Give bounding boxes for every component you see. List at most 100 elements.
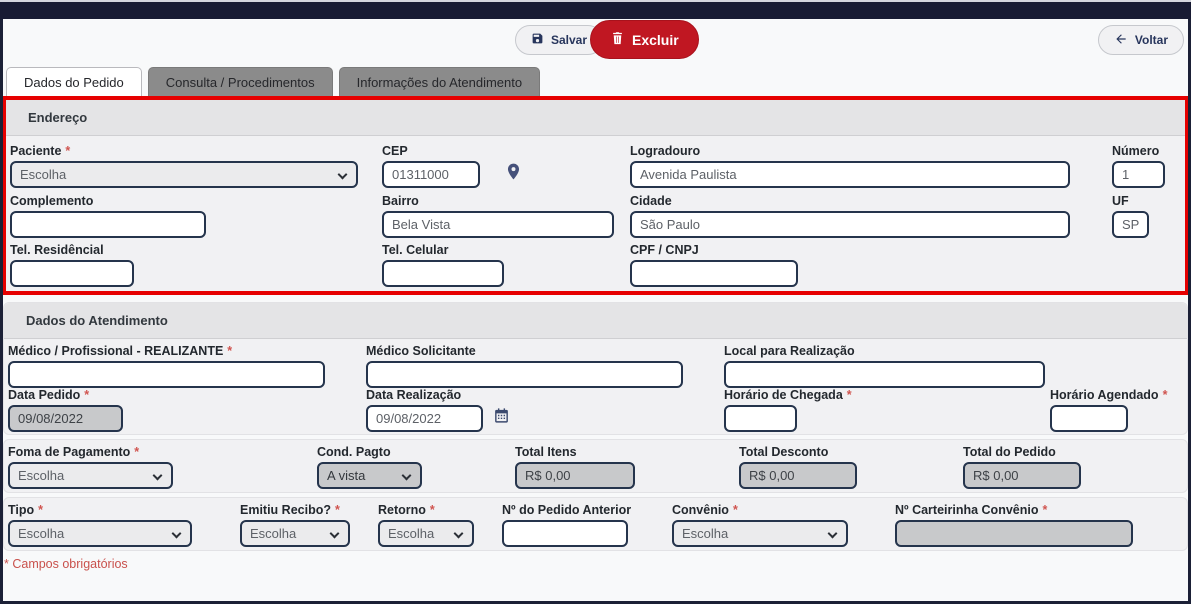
convenio-select-value: Escolha xyxy=(682,526,728,541)
chevron-down-icon xyxy=(828,529,838,539)
required-asterisk: * xyxy=(847,388,852,402)
tipo-select[interactable]: Escolha xyxy=(8,520,192,547)
chevron-down-icon xyxy=(402,471,412,481)
complemento-label: Complemento xyxy=(10,194,206,208)
tab-consulta-procedimentos[interactable]: Consulta / Procedimentos xyxy=(148,67,333,96)
total-desconto-label: Total Desconto xyxy=(739,445,857,459)
uf-label: UF xyxy=(1112,194,1149,208)
bairro-label: Bairro xyxy=(382,194,614,208)
tipo-label: Tipo* xyxy=(8,503,192,517)
trash-icon xyxy=(610,31,625,49)
logradouro-input[interactable] xyxy=(630,161,1070,188)
required-asterisk: * xyxy=(1163,388,1168,402)
numero-input[interactable] xyxy=(1112,161,1165,188)
paciente-label: Paciente* xyxy=(10,144,358,158)
tel-celular-label: Tel. Celular xyxy=(382,243,504,257)
tab-dados-do-pedido[interactable]: Dados do Pedido xyxy=(6,67,142,96)
tab-informacoes-atendimento[interactable]: Informações do Atendimento xyxy=(339,67,541,96)
required-asterisk: * xyxy=(733,503,738,517)
total-itens-input xyxy=(515,462,635,489)
required-fields-note: * Campos obrigatórios xyxy=(4,557,1191,571)
pedido-anterior-input[interactable] xyxy=(502,520,628,547)
data-pedido-label: Data Pedido* xyxy=(8,388,123,402)
calendar-icon[interactable] xyxy=(493,407,510,429)
total-pedido-input xyxy=(963,462,1081,489)
map-pin-icon[interactable] xyxy=(504,162,523,186)
retorno-label: Retorno* xyxy=(378,503,474,517)
required-asterisk: * xyxy=(38,503,43,517)
cpf-cnpj-input[interactable] xyxy=(630,260,798,287)
complemento-input[interactable] xyxy=(10,211,206,238)
medico-realizante-label: Médico / Profissional - REALIZANTE* xyxy=(8,344,325,358)
tel-residencial-label: Tel. Residêncial xyxy=(10,243,134,257)
local-realizacao-input[interactable] xyxy=(724,361,1045,388)
delete-button-label: Excluir xyxy=(632,32,679,48)
endereco-section-title: Endereço xyxy=(6,100,1185,136)
required-asterisk: * xyxy=(1042,503,1047,517)
bairro-input[interactable] xyxy=(382,211,614,238)
paciente-select-value: Escolha xyxy=(20,167,66,182)
horario-chegada-label: Horário de Chegada* xyxy=(724,388,797,402)
retorno-select-value: Escolha xyxy=(388,526,434,541)
endereco-section: Endereço Paciente* Escolha CEP xyxy=(2,96,1189,295)
tipo-select-value: Escolha xyxy=(18,526,64,541)
required-asterisk: * xyxy=(134,445,139,459)
atendimento-section-title: Dados do Atendimento xyxy=(4,303,1187,339)
tab-bar: Dados do Pedido Consulta / Procedimentos… xyxy=(0,67,1191,96)
chevron-down-icon xyxy=(338,170,348,180)
pedido-anterior-label: Nº do Pedido Anterior xyxy=(502,503,628,517)
horario-agendado-label: Horário Agendado* xyxy=(1050,388,1128,402)
horario-chegada-input[interactable] xyxy=(724,405,797,432)
chevron-down-icon xyxy=(172,529,182,539)
save-button-label: Salvar xyxy=(551,33,587,47)
back-button[interactable]: Voltar xyxy=(1098,25,1184,55)
cond-pagto-select-value: A vista xyxy=(327,468,365,483)
emitiu-recibo-select[interactable]: Escolha xyxy=(240,520,350,547)
chevron-down-icon xyxy=(153,471,163,481)
data-realizacao-input[interactable] xyxy=(366,405,483,432)
local-realizacao-label: Local para Realização xyxy=(724,344,1045,358)
convenio-select[interactable]: Escolha xyxy=(672,520,848,547)
required-asterisk: * xyxy=(227,344,232,358)
total-itens-label: Total Itens xyxy=(515,445,635,459)
medico-realizante-input[interactable] xyxy=(8,361,325,388)
chevron-down-icon xyxy=(454,529,464,539)
emitiu-recibo-select-value: Escolha xyxy=(250,526,296,541)
required-asterisk: * xyxy=(65,144,70,158)
save-icon xyxy=(531,32,544,48)
required-asterisk: * xyxy=(430,503,435,517)
tel-residencial-input[interactable] xyxy=(10,260,134,287)
top-navigation-bar xyxy=(0,2,1191,19)
tel-celular-input[interactable] xyxy=(382,260,504,287)
forma-pagamento-select[interactable]: Escolha xyxy=(8,462,173,489)
carteirinha-label: Nº Carteirinha Convênio* xyxy=(895,503,1133,517)
arrow-left-icon xyxy=(1114,32,1128,49)
atendimento-section: Dados do Atendimento Médico / Profission… xyxy=(3,302,1188,435)
total-pedido-label: Total do Pedido xyxy=(963,445,1081,459)
data-realizacao-label: Data Realização xyxy=(366,388,483,402)
delete-button[interactable]: Excluir xyxy=(590,20,699,59)
paciente-select[interactable]: Escolha xyxy=(10,161,358,188)
chevron-down-icon xyxy=(330,529,340,539)
cidade-label: Cidade xyxy=(630,194,1070,208)
data-pedido-input xyxy=(8,405,123,432)
convenio-label: Convênio* xyxy=(672,503,848,517)
window-left-edge xyxy=(0,19,3,604)
cond-pagto-select[interactable]: A vista xyxy=(317,462,422,489)
cpf-cnpj-label: CPF / CNPJ xyxy=(630,243,798,257)
medico-solicitante-input[interactable] xyxy=(366,361,683,388)
carteirinha-input xyxy=(895,520,1133,547)
retorno-select[interactable]: Escolha xyxy=(378,520,474,547)
numero-label: Número xyxy=(1112,144,1165,158)
medico-solicitante-label: Médico Solicitante xyxy=(366,344,683,358)
cond-pagto-label: Cond. Pagto xyxy=(317,445,422,459)
emitiu-recibo-label: Emitiu Recibo?* xyxy=(240,503,350,517)
window-bottom-edge xyxy=(0,601,1191,604)
cep-input[interactable] xyxy=(382,161,480,188)
action-toolbar: Salvar Excluir Voltar xyxy=(0,19,1191,63)
cidade-input[interactable] xyxy=(630,211,1070,238)
logradouro-label: Logradouro xyxy=(630,144,1070,158)
uf-input[interactable] xyxy=(1112,211,1149,238)
required-asterisk: * xyxy=(335,503,340,517)
horario-agendado-input[interactable] xyxy=(1050,405,1128,432)
